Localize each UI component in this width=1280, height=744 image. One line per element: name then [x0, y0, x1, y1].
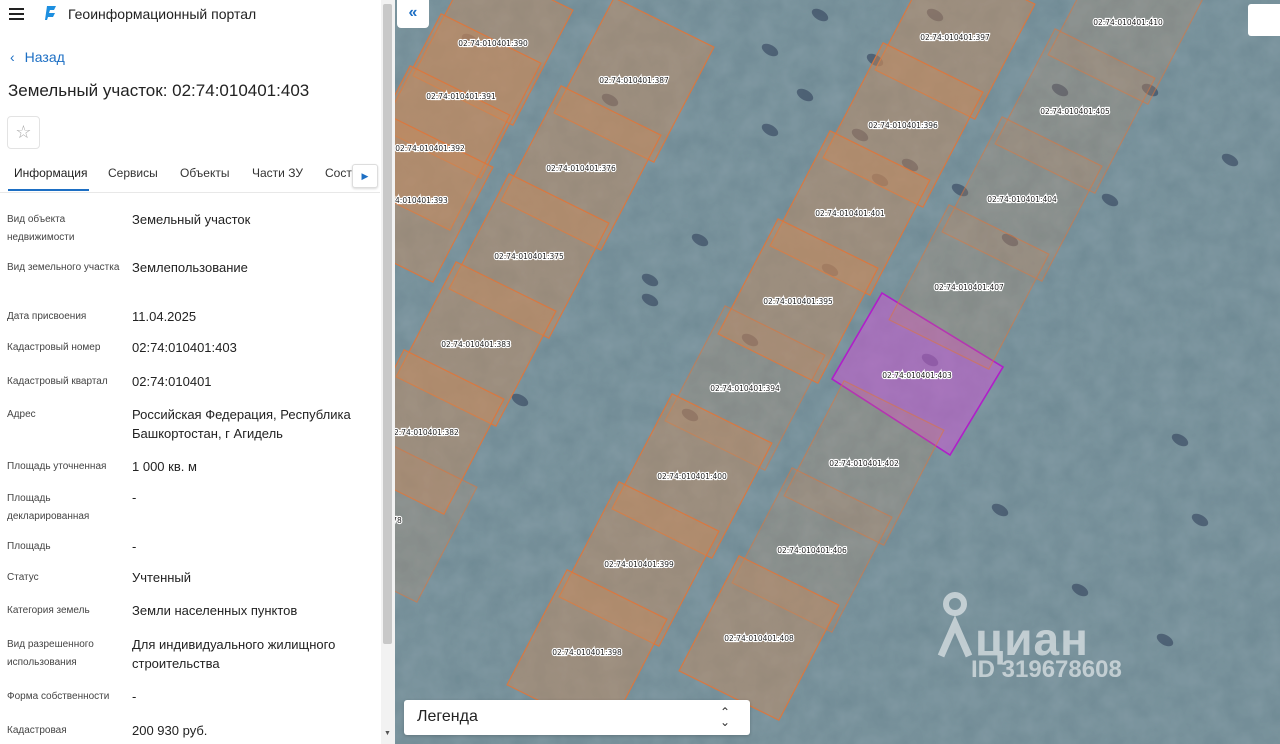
info-label: Категория земель	[7, 605, 90, 616]
tab-objects[interactable]: Объекты	[180, 166, 230, 180]
info-value: 200 930 руб.	[132, 723, 208, 738]
chevron-left-icon: ‹	[10, 49, 15, 65]
info-value: 02:74:010401:403	[132, 340, 237, 355]
tabs-scroll-right-button[interactable]: ▶	[352, 164, 378, 188]
info-label: Адрес	[7, 409, 36, 420]
info-label: Площадь декларированная	[7, 493, 90, 522]
parcel-label: 78	[395, 516, 402, 525]
parcel-label: 02:74:010401:393	[395, 196, 448, 205]
parcel-label: 02:74:010401:396	[868, 121, 938, 130]
app-header: Геоинформационный портал	[0, 0, 380, 28]
tab-services[interactable]: Сервисы	[108, 166, 158, 180]
info-label: Вид объекта недвижимости	[7, 214, 75, 243]
map-view[interactable]: 02:74:010401:390 02:74:010401:390 02:74:01…	[395, 0, 1280, 744]
info-value: -	[132, 689, 137, 704]
map-control-button[interactable]	[1248, 4, 1280, 36]
info-value: -	[132, 490, 137, 505]
info-value: Земли населенных пунктов	[132, 603, 298, 618]
app-title: Геоинформационный портал	[68, 6, 257, 22]
info-label: Вид разрешенного использования	[7, 639, 94, 668]
favorite-button[interactable]: ☆	[7, 116, 40, 149]
triangle-right-icon: ▶	[361, 171, 369, 181]
parcel-label: 02:74:010401:394	[710, 384, 780, 393]
info-value: -	[132, 539, 137, 554]
info-label: Дата присвоения	[7, 311, 87, 322]
chevron-updown-icon: ⌃ ⌄	[720, 705, 731, 729]
parcel-label: 02:74:010401:402	[829, 459, 899, 468]
info-value: 11.04.2025	[132, 309, 197, 324]
legend-label: Легенда	[417, 708, 478, 725]
parcel-label: 02:74:010401:408	[724, 634, 794, 643]
parcel-label: 02:74:010401:398	[552, 648, 622, 657]
info-label: Кадастровый квартал	[7, 376, 108, 387]
info-label: Кадастровый номер	[7, 342, 101, 353]
portal-logo-icon	[45, 6, 56, 20]
scroll-down-icon[interactable]: ▼	[384, 730, 391, 737]
double-chevron-left-icon: «	[408, 4, 418, 21]
info-label: Кадастровая	[7, 725, 67, 736]
parcel-label: 02:74:010401:404	[987, 195, 1057, 204]
parcel-label: 02:74:010401:376	[546, 164, 616, 173]
info-value: 02:74:010401	[132, 374, 212, 389]
info-label: Площадь уточненная	[7, 461, 107, 472]
parcel-label: 02:74:010401:390	[458, 39, 528, 48]
info-value: Для индивидуального жилищного строительс…	[132, 637, 336, 671]
active-tab-indicator	[8, 189, 89, 191]
star-icon: ☆	[15, 122, 32, 142]
watermark-id: ID 319678608	[971, 656, 1122, 683]
info-label: Форма собственности	[7, 691, 110, 702]
info-value: Землепользование	[132, 260, 248, 275]
info-value: Земельный участок	[132, 212, 251, 227]
back-label: Назад	[24, 49, 65, 65]
info-panel: Геоинформационный портал ‹ Назад Земельны…	[0, 0, 395, 744]
back-link[interactable]: ‹ Назад	[10, 49, 65, 65]
parcel-label: 02:74:010401:387	[599, 76, 669, 85]
parcel-label: 02:74:010401:401	[815, 209, 885, 218]
tab-bar: Информация Сервисы Объекты Части ЗУ Сост…	[0, 160, 380, 193]
cadastral-map[interactable]: 02:74:010401:39002:74:010401:39002:74:01…	[395, 0, 1280, 744]
parcel-label: 02:74:010401:403	[882, 371, 952, 380]
page-title: Земельный участок: 02:74:010401:403	[8, 81, 310, 100]
parcel-label: 02:74:010401:383	[441, 340, 511, 349]
parcel-label: 02:74:010401:406	[777, 546, 847, 555]
parcel-label: 02:74:010401:407	[934, 283, 1004, 292]
parcel-label: 02:74:010401:405	[1040, 107, 1110, 116]
info-label: Вид земельного участка	[7, 262, 120, 273]
parcel-label: 02:74:010401:391	[426, 92, 496, 101]
tab-information[interactable]: Информация	[14, 166, 87, 180]
hamburger-icon[interactable]	[9, 8, 24, 21]
parcel-label: 02:74:010401:392	[395, 144, 465, 153]
legend-toggle[interactable]: Легенда ⌃ ⌄	[404, 700, 750, 735]
info-label: Статус	[7, 572, 39, 583]
parcel-label: 02:74:010401:382	[395, 428, 459, 437]
parcel-label: 02:74:010401:410	[1093, 18, 1163, 27]
collapse-panel-button[interactable]: «	[397, 0, 429, 28]
parcel-label: 02:74:010401:400	[657, 472, 727, 481]
parcel-label: 02:74:010401:395	[763, 297, 833, 306]
info-value: 1 000 кв. м	[132, 459, 197, 474]
info-label: Площадь	[7, 541, 51, 552]
location-pin-icon	[937, 592, 973, 658]
panel-scrollbar-thumb[interactable]	[383, 4, 392, 644]
info-value: Российская Федерация, Республика Башкорт…	[132, 407, 351, 441]
parcel-label: 02:74:010401:399	[604, 560, 674, 569]
tab-parts[interactable]: Части ЗУ	[252, 166, 303, 180]
parcel-label: 02:74:010401:375	[494, 252, 564, 261]
info-value: Учтенный	[132, 570, 192, 585]
parcel-label: 02:74:010401:397	[920, 33, 990, 42]
